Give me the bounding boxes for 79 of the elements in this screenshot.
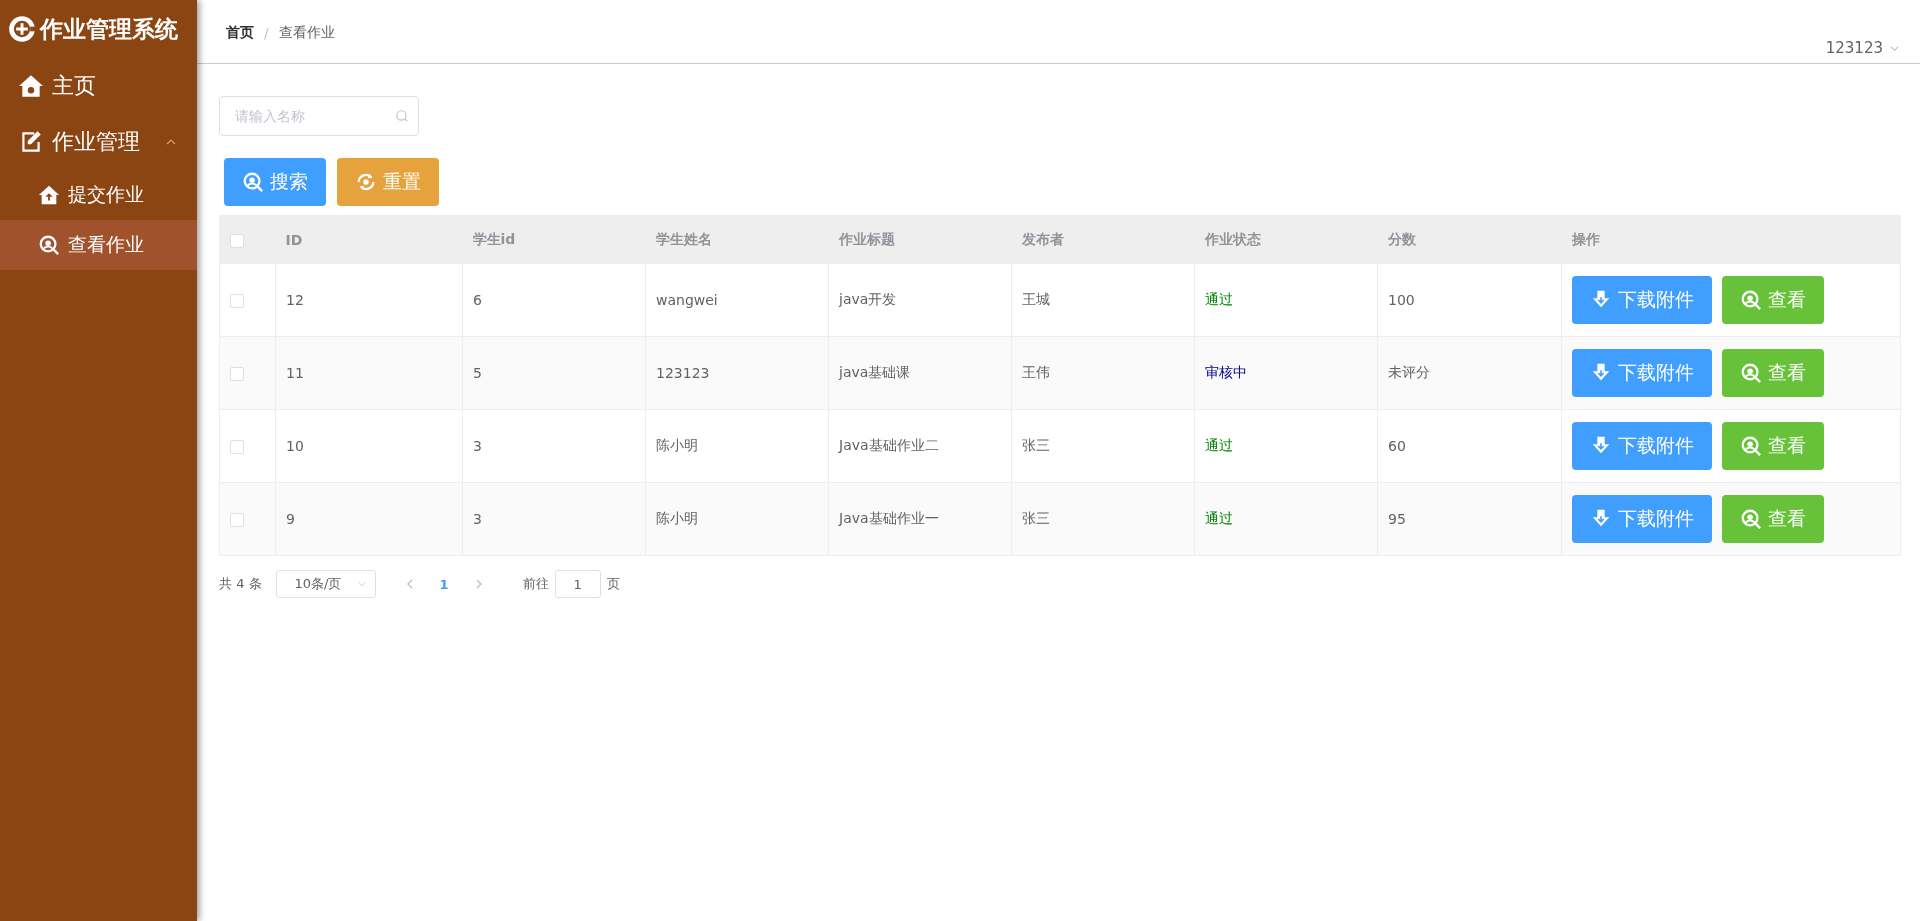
search-icon	[1740, 435, 1762, 457]
table-cell: wangwei	[656, 292, 718, 308]
download-button[interactable]: 下载附件	[1572, 276, 1712, 324]
column-header: 作业标题	[838, 230, 895, 247]
table-cell: 3	[473, 438, 482, 454]
menu-item[interactable]: 提交作业	[0, 170, 197, 220]
column-header: 学生姓名	[655, 230, 712, 247]
page-input[interactable]: 1	[554, 570, 601, 598]
column-header: 作业状态	[1204, 230, 1261, 247]
column-header: 分数	[1387, 230, 1416, 247]
search-icon	[38, 234, 60, 256]
search-icon	[1740, 362, 1762, 384]
status-text: 通过	[1205, 291, 1233, 307]
column-header: 学生id	[472, 230, 516, 247]
checkbox[interactable]	[230, 294, 244, 308]
view-button[interactable]: 查看	[1722, 276, 1824, 324]
view-button[interactable]: 查看	[1722, 422, 1824, 470]
table-cell: Java基础作业二	[839, 437, 939, 453]
app-title: 作业管理系统	[40, 14, 178, 44]
table-cell: 11	[286, 365, 304, 381]
table-cell: 5	[473, 365, 482, 381]
table-cell: 陈小明	[656, 437, 698, 453]
user-name[interactable]: 123123	[1825, 39, 1883, 57]
table-cell: 6	[473, 292, 482, 308]
search-button[interactable]: 搜索	[224, 158, 326, 206]
table-cell: java开发	[839, 291, 897, 307]
table-cell: java基础课	[839, 364, 911, 380]
page-suffix: 页	[606, 575, 620, 593]
table-cell: 王城	[1022, 291, 1050, 307]
page-number[interactable]: 1	[429, 576, 459, 592]
menu-item[interactable]: 主页	[0, 58, 197, 114]
score-text: 100	[1388, 292, 1415, 308]
table-cell: 123123	[656, 365, 710, 381]
checkbox[interactable]	[230, 513, 244, 527]
column-header: 发布者	[1021, 230, 1064, 247]
search-field[interactable]: 请输入名称	[219, 96, 419, 136]
table-cell: Java基础作业一	[839, 510, 939, 526]
upload-icon	[38, 184, 60, 206]
search-icon	[395, 109, 409, 123]
goto-label: 前往	[522, 575, 549, 593]
view-button[interactable]: 查看	[1722, 495, 1824, 543]
score-text: 未评分	[1388, 364, 1430, 380]
page-size-select[interactable]: 10条/页	[275, 570, 376, 598]
checkbox[interactable]	[230, 233, 244, 248]
checkbox[interactable]	[230, 367, 244, 381]
score-text: 95	[1388, 511, 1406, 527]
search-icon	[1740, 289, 1762, 311]
breadcrumb-link[interactable]: 首页	[226, 24, 254, 42]
score-text: 60	[1388, 438, 1406, 454]
logo-icon	[8, 15, 36, 43]
search-icon	[242, 171, 264, 193]
download-button[interactable]: 下载附件	[1572, 349, 1712, 397]
table-cell: 3	[473, 511, 482, 527]
table-cell: 张三	[1022, 510, 1050, 526]
status-text: 审核中	[1205, 364, 1247, 380]
column-header: 操作	[1571, 230, 1600, 247]
home-icon	[18, 73, 44, 99]
column-header: ID	[285, 231, 303, 248]
menu-item[interactable]: 作业管理	[0, 114, 197, 170]
view-button[interactable]: 查看	[1722, 349, 1824, 397]
table-cell: 10	[286, 438, 304, 454]
table-cell: 张三	[1022, 437, 1050, 453]
search-icon	[1740, 508, 1762, 530]
table-cell: 9	[286, 511, 295, 527]
breadcrumb-link[interactable]: 查看作业	[278, 24, 335, 42]
status-text: 通过	[1205, 510, 1233, 526]
table-cell: 陈小明	[656, 510, 698, 526]
download-button[interactable]: 下载附件	[1572, 422, 1712, 470]
breadcrumb-separator: /	[264, 25, 269, 41]
status-text: 通过	[1205, 437, 1233, 453]
table-cell: 王伟	[1022, 364, 1050, 380]
refresh-icon	[355, 171, 377, 193]
reset-button[interactable]: 重置	[337, 158, 439, 206]
total-count: 共 4 条	[219, 575, 262, 593]
download-button[interactable]: 下载附件	[1572, 495, 1712, 543]
chevron-down-icon	[356, 579, 367, 589]
checkbox[interactable]	[230, 440, 244, 454]
menu-item[interactable]: 查看作业	[0, 220, 197, 270]
table-cell: 12	[286, 292, 304, 308]
